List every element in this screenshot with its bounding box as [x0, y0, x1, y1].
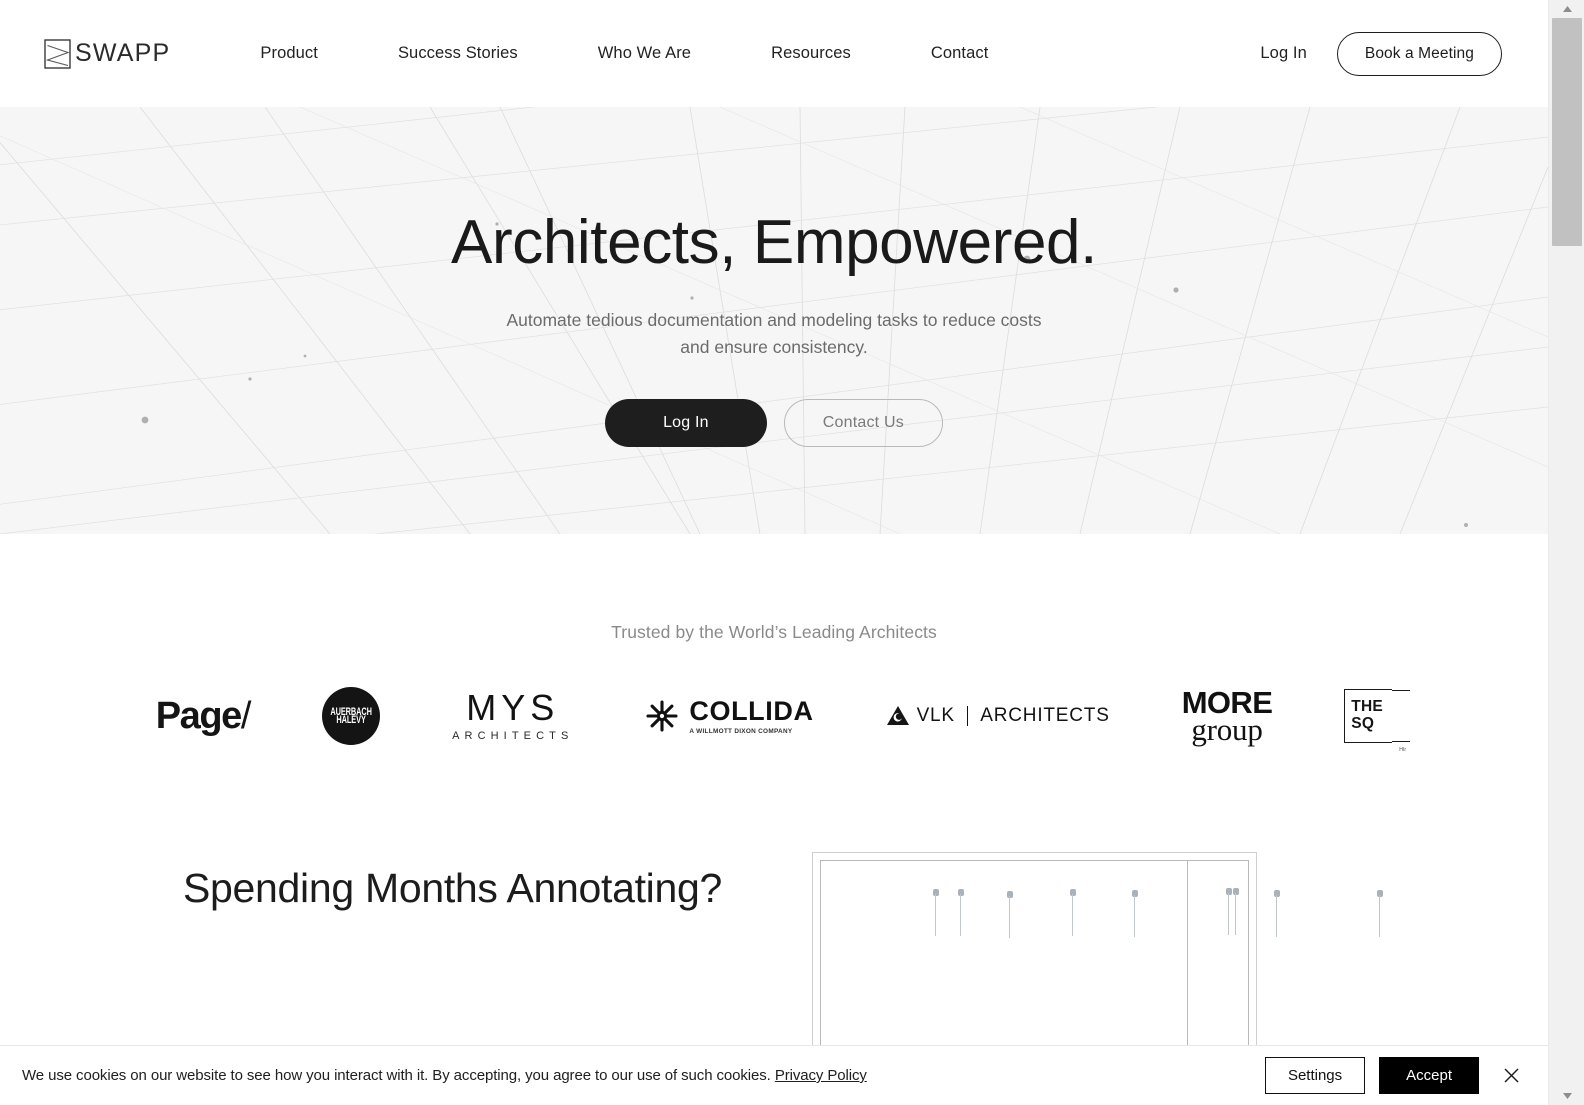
auerbach-line-2: HALEVY — [336, 712, 366, 726]
nav-item-resources[interactable]: Resources — [731, 38, 891, 69]
client-logo-vlk-architects: VLK ARCHITECTS — [886, 685, 1110, 747]
cookie-settings-button[interactable]: Settings — [1264, 1057, 1366, 1094]
chevron-up-icon — [1562, 6, 1572, 12]
page-logo-word: Page — [155, 694, 243, 737]
scrollbar-thumb[interactable] — [1552, 18, 1582, 246]
chevron-down-icon — [1562, 1093, 1572, 1099]
cookie-accept-button[interactable]: Accept — [1379, 1057, 1479, 1094]
hero-subtitle-line-1: Automate tedious documentation and model… — [506, 310, 1042, 331]
client-logo-page: Page/ — [155, 685, 252, 747]
scrollbar-up-arrow[interactable] — [1549, 0, 1584, 18]
page-logo-text: Page/ — [155, 694, 252, 738]
collida-logo: COLLIDA A WILLMOTT DIXON COMPANY — [645, 695, 814, 735]
collida-logo-name: COLLIDA — [689, 695, 814, 726]
vlk-logo-word: ARCHITECTS — [980, 705, 1110, 726]
nav-item-who-we-are[interactable]: Who We Are — [558, 38, 731, 69]
page-logo-slash: / — [240, 694, 252, 737]
page-viewport: SWAPP Product Success Stories Who We Are… — [0, 0, 1548, 1105]
hero-title: Architects, Empowered. — [451, 208, 1097, 277]
more-group-logo: MORE group — [1182, 687, 1273, 745]
the-sq-line-1: THE — [1351, 698, 1383, 716]
mys-logo: MYS ARCHITECTS — [452, 687, 574, 743]
header-actions: Log In Book a Meeting — [1260, 31, 1502, 76]
collida-snowflake-icon — [646, 700, 678, 732]
swapp-square-logo-icon — [44, 38, 71, 69]
client-logo-auerbach-halevy: AUERBACH HALEVY — [322, 685, 381, 747]
vlk-logo: VLK ARCHITECTS — [886, 705, 1110, 727]
trusted-by-section: Trusted by the World’s Leading Architect… — [0, 534, 1548, 753]
vlk-divider — [966, 706, 969, 726]
vlk-logo-name: VLK — [916, 705, 955, 726]
book-a-meeting-button[interactable]: Book a Meeting — [1336, 31, 1502, 76]
hero-contact-us-button[interactable]: Contact Us — [783, 399, 943, 448]
cookie-consent-banner: We use cookies on our website to see how… — [0, 1045, 1548, 1105]
site-logo[interactable]: SWAPP — [44, 38, 171, 69]
vlk-triangle-icon — [886, 706, 909, 725]
hero-login-button[interactable]: Log In — [605, 399, 767, 448]
client-logo-the-sq: THE SQ Hlr — [1344, 685, 1411, 753]
hero-subtitle-line-2: and ensure consistency. — [680, 337, 868, 358]
nav-item-product[interactable]: Product — [220, 38, 358, 69]
cookie-banner-actions: Settings Accept — [1264, 1057, 1526, 1094]
the-sq-line-2: SQ — [1351, 715, 1375, 732]
vertical-scrollbar[interactable] — [1548, 0, 1584, 1105]
close-icon — [1504, 1068, 1519, 1083]
header-login-link[interactable]: Log In — [1260, 44, 1306, 63]
cookie-close-button[interactable] — [1497, 1063, 1526, 1088]
client-logo-collida: COLLIDA A WILLMOTT DIXON COMPANY — [645, 685, 813, 747]
privacy-policy-link[interactable]: Privacy Policy — [775, 1067, 867, 1084]
mys-logo-name: MYS — [466, 687, 560, 728]
client-logo-row: Page/ AUERBACH HALEVY MYS ARCHITECTS COL… — [0, 685, 1548, 753]
client-logo-more-group: MORE group — [1182, 685, 1273, 747]
collida-logo-text: COLLIDA A WILLMOTT DIXON COMPANY — [689, 695, 814, 735]
client-logo-mys-architects: MYS ARCHITECTS — [452, 685, 573, 747]
the-sq-logo: THE SQ Hlr — [1344, 689, 1411, 753]
hero-section: Architects, Empowered. Automate tedious … — [0, 107, 1548, 534]
hero-actions: Log In Contact Us — [0, 399, 1548, 448]
annotating-section-heading: Spending Months Annotating? — [183, 865, 722, 911]
collida-logo-tagline: A WILLMOTT DIXON COMPANY — [689, 727, 793, 735]
mys-logo-tagline: ARCHITECTS — [452, 730, 574, 742]
cookie-banner-text: We use cookies on our website to see how… — [22, 1067, 867, 1084]
site-header: SWAPP Product Success Stories Who We Are… — [0, 0, 1548, 107]
hero-subtitle: Automate tedious documentation and model… — [0, 307, 1548, 361]
browser-page: SWAPP Product Success Stories Who We Are… — [0, 0, 1584, 1105]
trusted-by-label: Trusted by the World’s Leading Architect… — [611, 622, 937, 642]
nav-item-success-stories[interactable]: Success Stories — [358, 38, 558, 69]
the-sq-tagline: Hlr — [1399, 747, 1407, 753]
primary-nav: Product Success Stories Who We Are Resou… — [220, 38, 1028, 69]
more-group-line-2: group — [1191, 712, 1263, 747]
site-logo-text: SWAPP — [75, 39, 171, 67]
cookie-message: We use cookies on our website to see how… — [22, 1067, 771, 1084]
hero-content: Architects, Empowered. Automate tedious … — [0, 107, 1548, 448]
scrollbar-down-arrow[interactable] — [1549, 1087, 1584, 1105]
auerbach-halevy-circle-icon: AUERBACH HALEVY — [322, 687, 381, 745]
nav-item-contact[interactable]: Contact — [891, 38, 1029, 69]
